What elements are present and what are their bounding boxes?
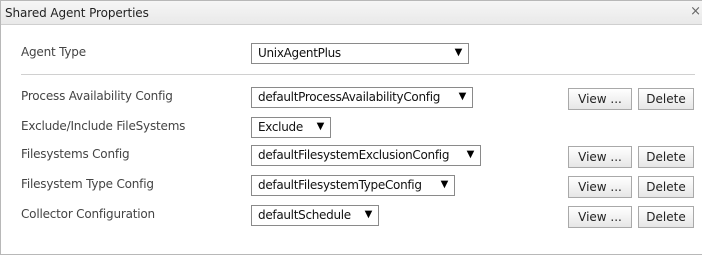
process-availability-config-select[interactable]: defaultProcessAvailabilityConfig ▼: [251, 87, 473, 108]
collector-configuration-value: defaultSchedule: [258, 208, 351, 222]
collector-configuration-select[interactable]: defaultSchedule ▼: [251, 205, 379, 226]
process-availability-config-value: defaultProcessAvailabilityConfig: [258, 90, 441, 104]
filesystems-config-view-button[interactable]: View ...: [568, 146, 632, 168]
filesystem-type-config-label: Filesystem Type Config: [21, 177, 154, 191]
divider: [21, 74, 695, 75]
exclude-include-filesystems-value: Exclude: [258, 120, 303, 134]
agent-type-label: Agent Type: [21, 45, 86, 59]
filesystems-config-select[interactable]: defaultFilesystemExclusionConfig ▼: [251, 145, 481, 166]
exclude-include-filesystems-select[interactable]: Exclude ▼: [251, 117, 331, 138]
filesystems-config-value: defaultFilesystemExclusionConfig: [258, 148, 450, 162]
agent-type-select[interactable]: UnixAgentPlus ▼: [251, 43, 469, 64]
collector-configuration-delete-button[interactable]: Delete: [638, 206, 694, 228]
filesystem-type-config-value: defaultFilesystemTypeConfig: [258, 178, 422, 192]
close-icon[interactable]: ×: [690, 5, 701, 19]
shared-agent-properties-dialog: Shared Agent Properties × Agent Type Uni…: [0, 0, 702, 255]
collector-configuration-view-button[interactable]: View ...: [568, 206, 632, 228]
filesystem-type-view-button[interactable]: View ...: [568, 176, 632, 198]
filesystems-config-label: Filesystems Config: [21, 147, 130, 161]
chevron-down-icon: ▼: [364, 209, 373, 220]
exclude-include-filesystems-label: Exclude/Include FileSystems: [21, 119, 186, 133]
filesystem-type-config-select[interactable]: defaultFilesystemTypeConfig ▼: [251, 175, 455, 196]
process-availability-view-button[interactable]: View ...: [568, 88, 632, 110]
dialog-title: Shared Agent Properties: [5, 6, 149, 20]
filesystem-type-delete-button[interactable]: Delete: [638, 176, 694, 198]
chevron-down-icon: ▼: [316, 121, 325, 132]
dialog-titlebar: Shared Agent Properties ×: [1, 1, 702, 25]
filesystems-config-delete-button[interactable]: Delete: [638, 146, 694, 168]
collector-configuration-label: Collector Configuration: [21, 207, 155, 221]
process-availability-config-label: Process Availability Config: [21, 89, 173, 103]
chevron-down-icon: ▼: [466, 149, 475, 160]
chevron-down-icon: ▼: [458, 91, 467, 102]
agent-type-value: UnixAgentPlus: [258, 46, 341, 60]
chevron-down-icon: ▼: [454, 47, 463, 58]
process-availability-delete-button[interactable]: Delete: [638, 88, 694, 110]
chevron-down-icon: ▼: [440, 179, 449, 190]
